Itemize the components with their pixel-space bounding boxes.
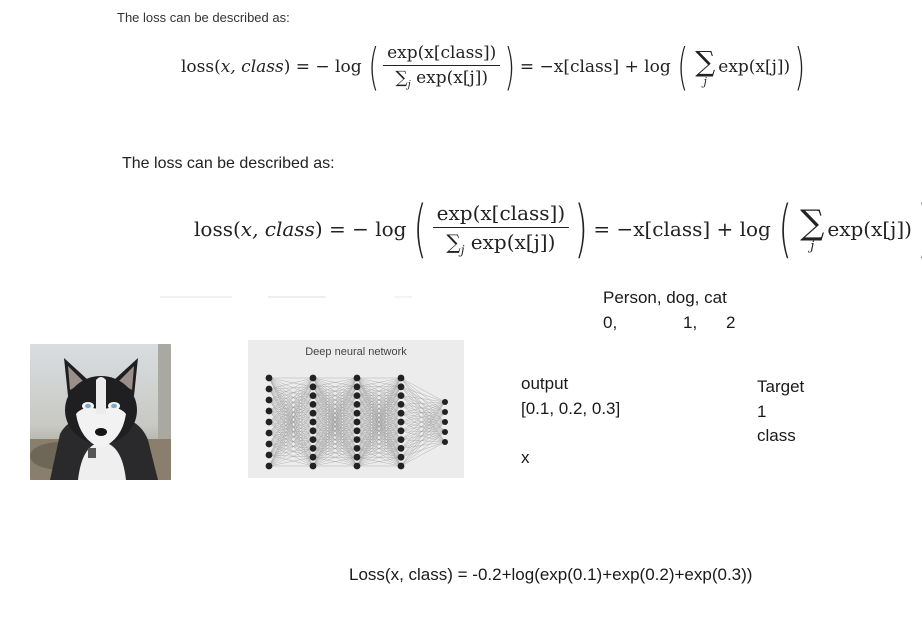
dnn-node	[397, 436, 405, 443]
output-label: output	[521, 374, 569, 393]
dnn-connection	[400, 421, 446, 467]
class-index-0: 0,	[603, 313, 618, 332]
dnn-connection	[400, 411, 446, 423]
dnn-connection	[268, 377, 314, 396]
large-loss-formula: loss(x, class) = − log ( exp(x[class]) ∑…	[194, 192, 922, 265]
dnn-connection	[268, 448, 314, 467]
sum-symbol: ∑ j	[695, 44, 716, 88]
dnn-node	[309, 427, 317, 435]
formula-mid: = −x[class] + log	[519, 57, 671, 77]
dnn-connection	[400, 421, 446, 458]
dnn-node	[353, 383, 361, 391]
small-loss-formula: loss(x, class) = − log ( exp(x[class]) ∑…	[181, 38, 806, 96]
husky-photo	[30, 344, 171, 480]
faint-divider	[160, 296, 520, 298]
formula-fraction: exp(x[class]) ∑j exp(x[j])	[383, 43, 501, 91]
dnn-node	[442, 439, 448, 445]
class-index-2: 2	[726, 313, 736, 332]
dnn-node	[353, 445, 361, 452]
dnn-connection	[268, 377, 314, 387]
dnn-node	[265, 462, 273, 470]
dnn-node	[265, 385, 273, 393]
output-values: [0.1, 0.2, 0.3]	[521, 399, 621, 418]
loss-example: Loss(x, class) = -0.2+log(exp(0.1)+exp(0…	[349, 565, 753, 584]
dnn-node	[309, 453, 317, 461]
dnn-node	[397, 374, 405, 382]
formula-tail: exp(x[j])	[827, 217, 912, 241]
dnn-node	[309, 462, 317, 470]
formula-lhs: loss(x, class) = − log	[194, 217, 407, 241]
dnn-node	[265, 396, 273, 404]
dnn-node	[353, 418, 361, 426]
dnn-node	[442, 429, 448, 435]
dnn-node	[353, 462, 361, 470]
output-variable: x	[521, 448, 530, 467]
dnn-node	[353, 374, 361, 382]
dnn-node	[265, 429, 273, 437]
dnn-node	[309, 409, 317, 417]
dnn-node	[397, 445, 405, 452]
class-names: Person, dog, cat	[603, 288, 727, 307]
dnn-node	[265, 374, 273, 382]
formula-tail: exp(x[j])	[718, 57, 791, 77]
dnn-node	[353, 453, 361, 461]
dnn-node	[265, 418, 273, 426]
large-formula-heading: The loss can be described as:	[122, 155, 335, 172]
dnn-node	[309, 392, 317, 399]
dnn-node	[442, 419, 448, 425]
dnn-connection	[400, 441, 446, 467]
dnn-node	[442, 409, 448, 415]
dnn-node	[397, 383, 405, 391]
dnn-connection	[268, 395, 314, 445]
dnn-node	[265, 440, 273, 448]
dnn-node	[353, 401, 361, 408]
dnn-connection	[400, 377, 446, 423]
small-formula-heading: The loss can be described as:	[117, 10, 290, 25]
dnn-node	[397, 409, 405, 417]
dnn-node	[309, 383, 317, 391]
dnn-node	[397, 418, 405, 426]
target-description: class	[757, 426, 796, 445]
dnn-node	[309, 418, 317, 426]
dnn-node	[397, 392, 405, 399]
dnn-diagram: Deep neural network	[248, 340, 464, 478]
dnn-connection	[268, 457, 314, 467]
dnn-node	[353, 409, 361, 417]
dnn-network-graphic	[265, 374, 448, 470]
target-label: Target	[757, 377, 805, 396]
dnn-node	[309, 436, 317, 443]
dnn-node	[309, 374, 317, 382]
formula-fraction: exp(x[class]) ∑j exp(x[j])	[432, 201, 570, 257]
dnn-node	[397, 453, 405, 461]
target-value: 1	[757, 402, 767, 421]
dnn-node	[265, 407, 273, 415]
dnn-connection	[400, 377, 446, 403]
dnn-node	[309, 401, 317, 408]
dnn-connection	[400, 421, 446, 433]
formula-mid: = −x[class] + log	[593, 217, 771, 241]
dnn-node	[353, 392, 361, 399]
dnn-node	[397, 462, 405, 470]
dnn-node	[442, 399, 448, 405]
dnn-node	[353, 427, 361, 435]
dnn-node	[265, 451, 273, 459]
formula-lhs: loss(x, class) = − log	[181, 57, 362, 77]
dnn-node	[353, 436, 361, 443]
class-index-1: 1,	[683, 313, 698, 332]
dnn-connection	[400, 386, 446, 423]
dnn-node	[397, 401, 405, 408]
dnn-node	[309, 445, 317, 452]
sum-symbol: ∑ j	[800, 202, 825, 254]
dnn-node	[397, 427, 405, 435]
